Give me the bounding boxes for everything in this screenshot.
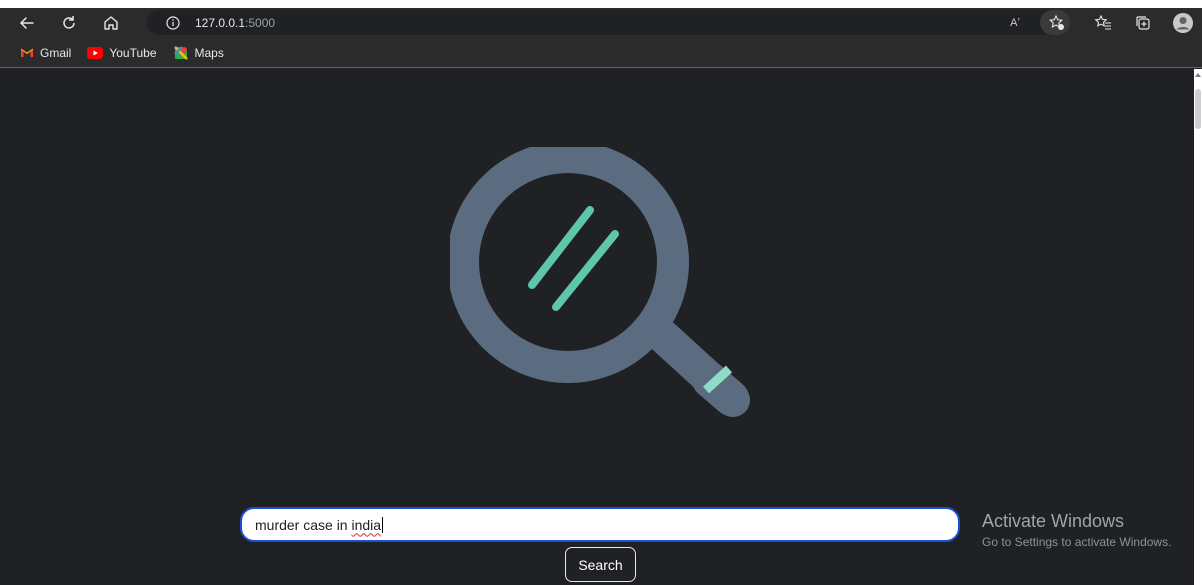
address-bar[interactable]: 127.0.0.1:5000: [147, 10, 1069, 35]
gmail-icon: [20, 48, 34, 57]
query-misspelled-word: india: [351, 516, 382, 533]
bookmark-label: Gmail: [40, 45, 72, 60]
collections-button[interactable]: [1130, 10, 1156, 36]
search-button[interactable]: Search: [565, 547, 636, 582]
url-text: 127.0.0.1:5000: [195, 16, 275, 30]
browser-toolbar: 127.0.0.1:5000 Aʼ: [0, 8, 1202, 38]
favorites-icon: [1094, 14, 1111, 30]
watermark-subtitle: Go to Settings to activate Windows.: [982, 535, 1172, 549]
window-top-strip: [0, 0, 1202, 8]
bookmark-gmail[interactable]: Gmail: [20, 46, 71, 60]
magnifier-ring: [450, 147, 689, 383]
read-aloud-icon[interactable]: Aʼ: [1002, 10, 1028, 36]
watermark-title: Activate Windows: [982, 511, 1125, 531]
search-input[interactable]: murder case in india: [240, 507, 960, 542]
bookmark-youtube[interactable]: YouTube: [87, 45, 157, 60]
back-arrow-icon: [19, 17, 34, 29]
query-text: murder case in: [255, 516, 352, 533]
refresh-button[interactable]: [54, 8, 84, 38]
bookmarks-bar: Gmail YouTube Maps: [0, 38, 1202, 68]
youtube-icon: [87, 46, 104, 59]
add-favorite-button[interactable]: [1044, 10, 1070, 36]
info-icon[interactable]: [165, 15, 181, 31]
refresh-icon: [63, 16, 75, 29]
text-caret: [382, 516, 384, 533]
toolbar-right-icons: Aʼ: [1002, 8, 1202, 38]
scroll-up-arrow[interactable]: [1195, 73, 1201, 77]
home-icon: [104, 16, 118, 30]
magnifier-logo: [450, 147, 750, 417]
maps-icon: [173, 45, 188, 60]
scroll-thumb[interactable]: [1195, 89, 1201, 129]
favorites-button[interactable]: [1090, 10, 1116, 36]
collections-icon: [1136, 16, 1150, 30]
bookmark-label: YouTube: [109, 45, 157, 60]
bookmark-maps[interactable]: Maps: [173, 45, 224, 61]
profile-icon: [1173, 13, 1193, 33]
back-button[interactable]: [12, 8, 42, 38]
page-scrollbar[interactable]: [1194, 69, 1202, 585]
page-content: murder case in india Search Activate Win…: [0, 69, 1202, 585]
home-button[interactable]: [96, 8, 126, 38]
url-host: 127.0.0.1: [195, 15, 246, 30]
profile-button[interactable]: [1170, 10, 1196, 36]
activate-windows-watermark: Activate Windows Go to Settings to activ…: [982, 511, 1171, 549]
add-favorite-icon: [1048, 14, 1064, 30]
url-port: :5000: [245, 15, 276, 30]
bookmark-label: Maps: [194, 45, 224, 60]
